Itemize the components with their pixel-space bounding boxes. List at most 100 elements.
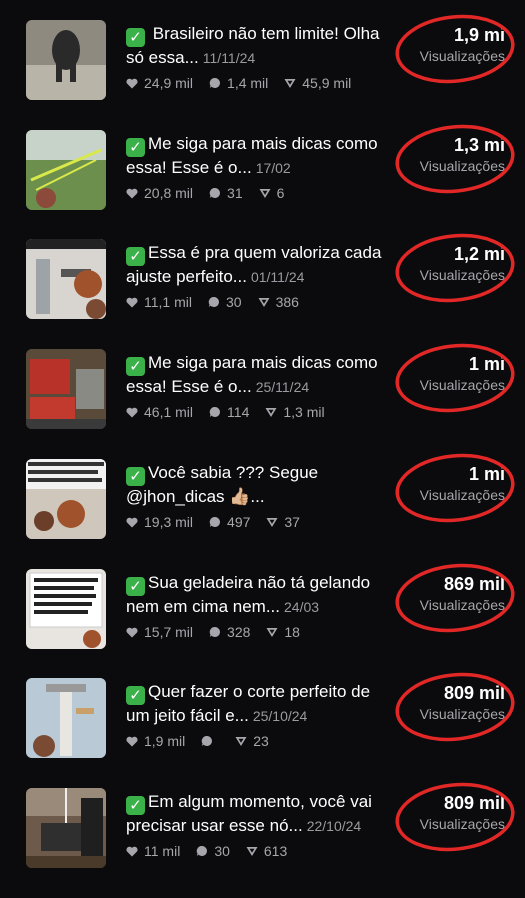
check-icon: ✓ [126, 357, 145, 376]
video-title[interactable]: ✓ Em algum momento, você vai precisar usa… [126, 791, 398, 835]
likes-stat: 20,8 mil [126, 185, 193, 201]
video-thumbnail[interactable] [26, 239, 106, 319]
views-count: 1,3 mi Visualizações [419, 135, 505, 174]
comments-stat: 114 [209, 404, 249, 420]
video-title[interactable]: ✓ Brasileiro não tem limite! Olha só ess… [126, 23, 398, 67]
heart-icon [126, 736, 138, 746]
views-count: 809 mil Visualizações [419, 683, 505, 722]
check-icon: ✓ [126, 686, 145, 705]
check-icon: ✓ [126, 247, 145, 266]
share-icon [266, 517, 278, 527]
comments-stat: 31 [209, 185, 243, 201]
heart-icon [126, 407, 138, 417]
video-title[interactable]: ✓ Sua geladeira não tá gelando nem em cim… [126, 572, 398, 616]
video-stats: 11 mil 30 613 [126, 843, 303, 859]
comment-icon [209, 187, 221, 198]
video-thumbnail[interactable] [26, 459, 106, 539]
heart-icon [126, 78, 138, 88]
shares-stat: 45,9 mil [284, 75, 351, 91]
check-icon: ✓ [126, 796, 145, 815]
heart-icon [126, 517, 138, 527]
video-stats: 24,9 mil 1,4 mil 45,9 mil [126, 75, 367, 91]
shares-stat: 6 [259, 185, 284, 201]
check-icon: ✓ [126, 467, 145, 486]
post-date: 25/11/24 [255, 379, 310, 395]
likes-stat: 1,9 mil [126, 733, 185, 749]
comment-icon [209, 516, 221, 527]
shares-stat: 18 [266, 624, 300, 640]
share-icon [258, 297, 270, 307]
views-count: 1,9 mi Visualizações [419, 25, 505, 64]
share-icon [266, 627, 278, 637]
share-icon [235, 736, 247, 746]
views-count: 1 mi Visualizações [419, 464, 505, 503]
comment-icon [209, 626, 221, 637]
post-date: 25/10/24 [252, 708, 308, 724]
video-thumbnail[interactable] [26, 569, 106, 649]
post-date: 17/02 [255, 160, 291, 176]
check-icon: ✓ [126, 28, 145, 47]
video-row[interactable]: ✓ Essa é pra quem valoriza cada ajuste pe… [0, 233, 525, 349]
comments-stat: 30 [208, 294, 242, 310]
video-title[interactable]: ✓ Me siga para mais dicas como essa! Esse… [126, 352, 398, 396]
video-title[interactable]: ✓ Você sabia ??? Segue @jhon_dicas 👍🏼... [126, 462, 398, 506]
comment-icon [197, 845, 208, 856]
likes-stat: 19,3 mil [126, 514, 193, 530]
video-stats: 15,7 mil 328 18 [126, 624, 316, 640]
share-icon [246, 846, 258, 856]
heart-icon [126, 297, 138, 307]
video-row[interactable]: ✓ Me siga para mais dicas como essa! Esse… [0, 343, 525, 459]
video-title[interactable]: ✓ Essa é pra quem valoriza cada ajuste pe… [126, 242, 398, 286]
comments-stat: 328 [209, 624, 250, 640]
heart-icon [126, 627, 138, 637]
video-title[interactable]: ✓ Quer fazer o corte perfeito de um jeito… [126, 681, 398, 725]
heart-icon [126, 846, 138, 856]
video-row[interactable]: ✓ Você sabia ??? Segue @jhon_dicas 👍🏼... … [0, 453, 525, 569]
comment-icon [209, 77, 221, 88]
video-thumbnail[interactable] [26, 349, 106, 429]
video-row[interactable]: ✓ Sua geladeira não tá gelando nem em cim… [0, 563, 525, 679]
video-row[interactable]: ✓ Me siga para mais dicas como essa! Esse… [0, 124, 525, 240]
post-date: 24/03 [284, 599, 320, 615]
video-row[interactable]: ✓ Quer fazer o corte perfeito de um jeito… [0, 672, 525, 788]
views-count: 1 mi Visualizações [419, 354, 505, 393]
check-icon: ✓ [126, 138, 145, 157]
comment-icon [208, 296, 219, 307]
shares-stat: 1,3 mil [265, 404, 325, 420]
video-list: ✓ Brasileiro não tem limite! Olha só ess… [0, 0, 525, 875]
share-icon [284, 78, 296, 88]
likes-stat: 11,1 mil [126, 294, 192, 310]
likes-stat: 46,1 mil [126, 404, 193, 420]
video-thumbnail[interactable] [26, 678, 106, 758]
video-title[interactable]: ✓ Me siga para mais dicas como essa! Esse… [126, 133, 398, 177]
heart-icon [126, 188, 138, 198]
check-icon: ✓ [126, 577, 145, 596]
likes-stat: 15,7 mil [126, 624, 193, 640]
share-icon [259, 188, 271, 198]
shares-stat: 613 [246, 843, 287, 859]
video-stats: 20,8 mil 31 6 [126, 185, 300, 201]
comments-stat [201, 735, 219, 747]
video-row[interactable]: ✓ Brasileiro não tem limite! Olha só ess… [0, 14, 525, 130]
share-icon [265, 407, 277, 417]
video-thumbnail[interactable] [26, 20, 106, 100]
shares-stat: 386 [258, 294, 299, 310]
views-count: 869 mil Visualizações [419, 574, 505, 613]
comment-icon [209, 406, 221, 417]
views-count: 809 mil Visualizações [419, 793, 505, 832]
comments-stat: 30 [196, 843, 230, 859]
video-row[interactable]: ✓ Em algum momento, você vai precisar usa… [0, 782, 525, 898]
post-date: 22/10/24 [306, 818, 362, 834]
likes-stat: 11 mil [126, 843, 180, 859]
video-thumbnail[interactable] [26, 130, 106, 210]
video-thumbnail[interactable] [26, 788, 106, 868]
views-count: 1,2 mi Visualizações [419, 244, 505, 283]
likes-stat: 24,9 mil [126, 75, 193, 91]
video-stats: 11,1 mil 30 386 [126, 294, 315, 310]
post-date: 11/11/24 [202, 50, 256, 66]
comments-stat: 1,4 mil [209, 75, 268, 91]
shares-stat: 23 [235, 733, 269, 749]
video-stats: 19,3 mil 497 37 [126, 514, 316, 530]
video-stats: 1,9 mil 23 [126, 733, 285, 749]
comment-icon [202, 735, 213, 746]
